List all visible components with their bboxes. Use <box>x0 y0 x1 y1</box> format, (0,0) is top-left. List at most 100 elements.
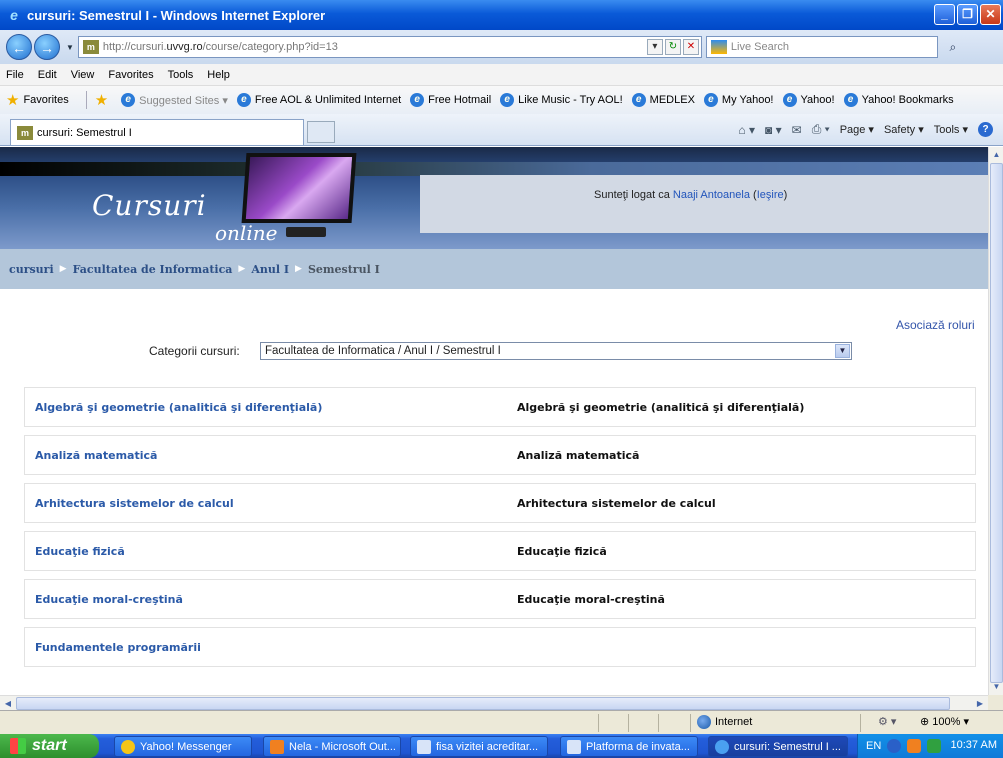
course-link[interactable]: Analiză matematică <box>35 449 157 462</box>
page-menu[interactable]: Page ▾ <box>840 123 874 136</box>
safety-menu[interactable]: Safety ▾ <box>884 123 924 136</box>
home-icon[interactable]: ⌂ ▾ <box>738 123 755 137</box>
ie-icon <box>715 739 729 754</box>
close-button[interactable]: ✕ <box>980 4 1001 25</box>
minimize-button[interactable]: _ <box>934 4 955 25</box>
horizontal-scroll-thumb[interactable] <box>16 697 950 710</box>
start-button[interactable]: start <box>0 734 99 758</box>
search-input[interactable]: Live Search <box>705 36 938 58</box>
tools-menu[interactable]: Tools ▾ <box>934 123 968 136</box>
scroll-down-icon[interactable]: ▼ <box>990 680 1003 694</box>
course-link[interactable]: Educaţie fizică <box>35 545 125 558</box>
tray-app-icon[interactable] <box>907 739 922 753</box>
url-suffix: /course/category.php?id=13 <box>202 41 338 53</box>
history-dropdown-icon[interactable]: ▼ <box>66 43 74 52</box>
chevron-down-icon[interactable]: ▼ <box>835 344 850 358</box>
ie-icon: e <box>631 93 646 107</box>
mail-icon[interactable]: ✉ <box>792 123 802 137</box>
taskbar-fisa-vizitei[interactable]: fisa vizitei acreditar... <box>410 736 548 757</box>
taskbar-yahoo-messenger[interactable]: Yahoo! Messenger <box>114 736 252 757</box>
security-zone[interactable]: Internet <box>697 715 752 729</box>
favorites-star-icon: ★ <box>6 92 20 109</box>
course-summary: Algebră şi geometrie (analitică şi difer… <box>517 400 805 414</box>
course-link[interactable]: Arhitectura sistemelor de calcul <box>35 497 234 510</box>
taskbar-label: Nela - Microsoft Out... <box>289 740 396 753</box>
zoom-control[interactable]: ⊕ 100% ▾ <box>920 715 969 728</box>
favorite-hotmail[interactable]: e Free Hotmail <box>410 93 491 107</box>
category-select[interactable]: Facultatea de Informatica / Anul I / Sem… <box>260 342 852 360</box>
stop-icon[interactable]: ✕ <box>682 39 699 55</box>
assign-roles-link[interactable]: Asociază roluri <box>896 318 975 332</box>
taskbar-ie-cursuri[interactable]: cursuri: Semestrul I ... <box>708 736 848 757</box>
site-favicon-icon: m <box>82 40 99 54</box>
tab-label: cursuri: Semestrul I <box>37 126 132 139</box>
favorite-medlex[interactable]: e MEDLEX <box>631 93 695 107</box>
window-title-bar: e cursuri: Semestrul I - Windows Interne… <box>0 0 1003 30</box>
menu-favorites[interactable]: Favorites <box>108 69 153 81</box>
taskbar-outlook[interactable]: Nela - Microsoft Out... <box>263 736 401 757</box>
logout-link[interactable]: Ieşire <box>757 189 784 201</box>
globe-icon <box>697 715 711 729</box>
tray-network-icon[interactable] <box>927 739 942 753</box>
favorite-label: Yahoo! <box>800 94 835 106</box>
tab-cursuri[interactable]: m cursuri: Semestrul I <box>10 119 304 145</box>
scroll-up-icon[interactable]: ▲ <box>990 148 1003 162</box>
site-logo-main[interactable]: Cursuri <box>92 189 207 222</box>
window-title: cursuri: Semestrul I - Windows Internet … <box>27 7 326 23</box>
menu-view[interactable]: View <box>71 69 95 81</box>
outlook-icon <box>270 739 284 754</box>
feeds-icon[interactable]: ◙ ▾ <box>765 123 782 137</box>
favorite-aol[interactable]: e Free AOL & Unlimited Internet <box>236 93 401 107</box>
refresh-icon[interactable]: ↻ <box>664 39 681 55</box>
vertical-scroll-thumb[interactable] <box>990 163 1003 683</box>
language-indicator[interactable]: EN <box>866 740 881 752</box>
course-link[interactable]: Fundamentele programării <box>35 641 201 654</box>
taskbar-platforma[interactable]: Platforma de invata... <box>560 736 698 757</box>
forward-button[interactable]: → <box>34 34 60 60</box>
navigation-bar: ← → ▼ m http://cursuri. uvvg.ro/course/ca… <box>0 30 1003 64</box>
breadcrumb-cursuri[interactable]: cursuri <box>9 263 54 276</box>
add-favorite-star-icon: ★ <box>94 92 109 109</box>
favorite-label: Suggested Sites ▾ <box>139 94 228 107</box>
new-tab-button[interactable] <box>307 121 335 143</box>
favorite-suggested-sites[interactable]: e Suggested Sites ▾ <box>121 93 228 107</box>
monitor-screen <box>241 153 357 223</box>
back-button[interactable]: ← <box>6 34 32 60</box>
menu-tools[interactable]: Tools <box>168 69 194 81</box>
print-icon[interactable]: ⎙ ▾ <box>812 122 830 137</box>
help-icon[interactable]: ? <box>978 122 993 137</box>
add-to-favorites-icon[interactable]: ★ <box>95 91 112 109</box>
favorite-yahoo-bookmarks[interactable]: e Yahoo! Bookmarks <box>843 93 954 107</box>
address-dropdown-icon[interactable]: ▾ <box>646 39 663 55</box>
address-field[interactable]: m http://cursuri. uvvg.ro/course/category… <box>77 36 702 58</box>
word-icon <box>567 739 581 754</box>
breadcrumb-faculty[interactable]: Facultatea de Informatica <box>73 263 233 276</box>
favorite-yahoo[interactable]: e Yahoo! <box>782 93 835 107</box>
protected-mode-icon[interactable]: ⚙ ▾ <box>878 715 896 728</box>
status-divider <box>860 714 861 732</box>
status-bar: Internet ⚙ ▾ ⊕ 100% ▾ <box>0 710 1003 734</box>
favorite-like-music[interactable]: e Like Music - Try AOL! <box>500 93 623 107</box>
maximize-button[interactable]: ❐ <box>957 4 978 25</box>
tray-arrow-icon[interactable] <box>887 739 902 753</box>
scroll-right-icon[interactable]: ▶ <box>973 697 987 710</box>
status-divider <box>598 714 599 732</box>
vertical-scrollbar[interactable]: ▲ ▼ <box>988 147 1003 695</box>
favorite-my-yahoo[interactable]: e My Yahoo! <box>703 93 774 107</box>
course-summary: Educaţie fizică <box>517 544 607 558</box>
horizontal-scrollbar[interactable]: ◀ ▶ <box>0 695 988 710</box>
course-summary: Analiză matematică <box>517 448 640 462</box>
course-link[interactable]: Algebră şi geometrie (analitică şi difer… <box>35 401 322 414</box>
breadcrumb-separator-icon: ▶ <box>295 264 302 274</box>
user-profile-link[interactable]: Naaji Antoanela <box>673 189 750 201</box>
menu-edit[interactable]: Edit <box>38 69 57 81</box>
windows-logo-icon <box>10 738 26 754</box>
menu-file[interactable]: File <box>6 69 24 81</box>
course-link[interactable]: Educaţie moral-creştină <box>35 593 183 606</box>
breadcrumb-year[interactable]: Anul I <box>251 263 289 276</box>
taskbar: start Yahoo! Messenger Nela - Microsoft … <box>0 734 1003 758</box>
scroll-left-icon[interactable]: ◀ <box>1 697 15 710</box>
search-icon[interactable]: ⌕ <box>944 36 962 58</box>
favorites-button[interactable]: ★ Favorites <box>6 91 69 109</box>
menu-help[interactable]: Help <box>207 69 230 81</box>
